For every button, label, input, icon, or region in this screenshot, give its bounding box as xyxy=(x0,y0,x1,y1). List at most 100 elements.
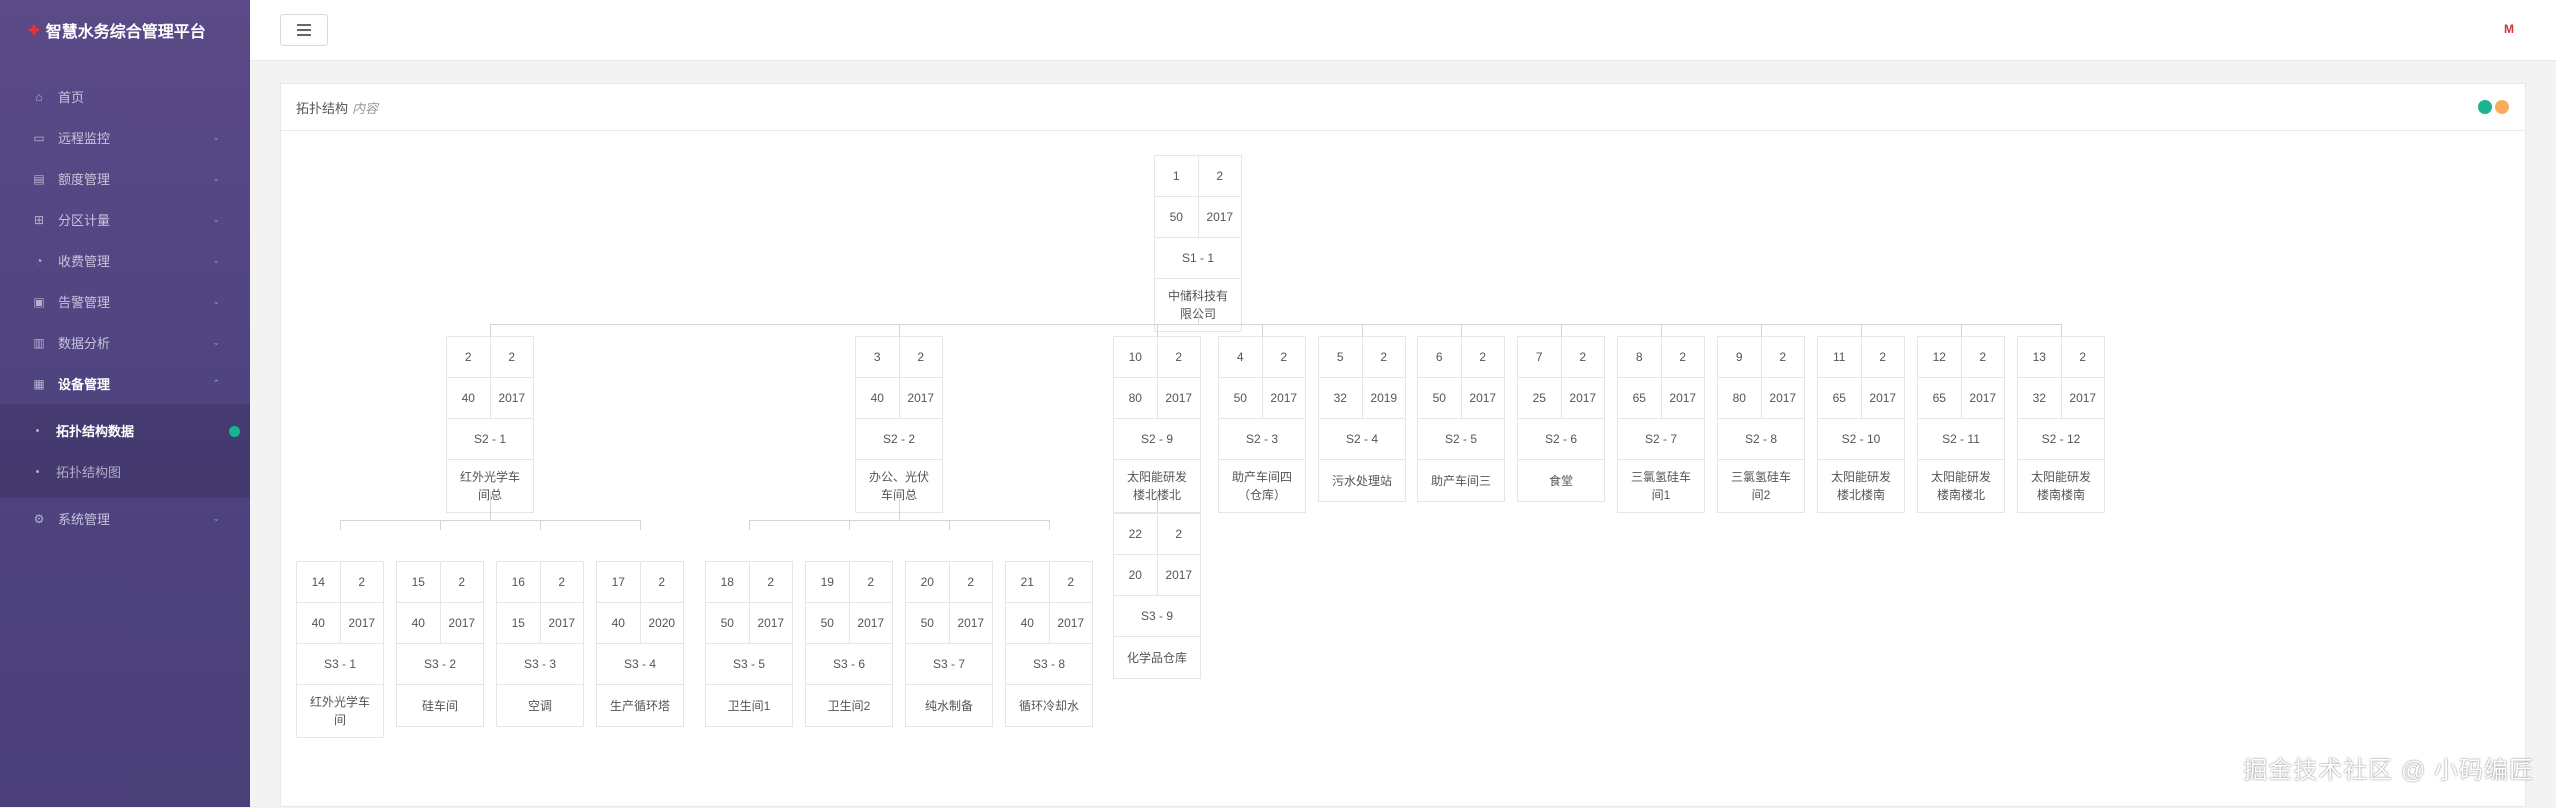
node-code: S3 - 6 xyxy=(806,644,892,684)
node-row: S2 - 1 xyxy=(447,419,533,460)
sidebar-item-home[interactable]: ⌂首页 xyxy=(0,76,250,117)
connector-line xyxy=(749,520,750,530)
sidebar-item-label: 收费管理 xyxy=(58,251,110,270)
connector-line xyxy=(1561,324,1562,336)
topology-node[interactable]: 122652017S2 - 11太阳能研发楼南楼北 xyxy=(1917,336,2005,513)
chevron-down-icon: ⌄ xyxy=(212,337,220,348)
node-row: 92 xyxy=(1718,337,1804,378)
connector-line xyxy=(1461,324,1462,336)
node-row: S3 - 8 xyxy=(1006,644,1092,685)
topology-node[interactable]: 102802017S2 - 9太阳能研发楼北楼北 xyxy=(1113,336,1201,513)
node-cell: 2017 xyxy=(1861,378,1905,418)
topology-node[interactable]: 12502017S1 - 1中储科技有限公司 xyxy=(1154,155,1242,332)
topology-node[interactable]: 212402017S3 - 8循环冷却水 xyxy=(1005,561,1093,727)
active-dot xyxy=(229,426,240,437)
node-name: 太阳能研发楼北楼南 xyxy=(1818,460,1904,512)
node-cell: 80 xyxy=(1114,378,1157,418)
topology-node[interactable]: 112652017S2 - 10太阳能研发楼北楼南 xyxy=(1817,336,1905,513)
topology-node[interactable]: 42502017S2 - 3助产车间四（仓库） xyxy=(1218,336,1306,513)
sidebar-item-label: 首页 xyxy=(58,87,84,106)
node-cell: 32 xyxy=(2018,378,2061,418)
node-cell: 20 xyxy=(1114,555,1157,595)
node-row: 402017 xyxy=(1006,603,1092,644)
node-row: 652017 xyxy=(1818,378,1904,419)
node-cell: 6 xyxy=(1418,337,1461,377)
sidebar-subitem-topology-chart[interactable]: 拓扑结构图 xyxy=(0,451,250,492)
connector-line xyxy=(2061,324,2062,336)
node-code: S3 - 7 xyxy=(906,644,992,684)
topology-node[interactable]: 202502017S3 - 7纯水制备 xyxy=(905,561,993,727)
node-row: 502017 xyxy=(1418,378,1504,419)
top-navbar: M xyxy=(250,0,2556,61)
topology-node[interactable]: 132322017S2 - 12太阳能研发楼南楼南 xyxy=(2017,336,2105,513)
node-cell: 17 xyxy=(597,562,640,602)
topology-node[interactable]: 92802017S2 - 8三氯氢硅车间2 xyxy=(1717,336,1805,513)
node-cell: 9 xyxy=(1718,337,1761,377)
close-tool-icon[interactable] xyxy=(2495,100,2509,114)
node-cell: 16 xyxy=(497,562,540,602)
sidebar-submenu-device: 拓扑结构数据 拓扑结构图 xyxy=(0,404,250,498)
node-cell: 15 xyxy=(497,603,540,643)
node-cell: 2 xyxy=(440,562,484,602)
topology-node[interactable]: 32402017S2 - 2办公、光伏车间总 xyxy=(855,336,943,513)
node-code: S2 - 11 xyxy=(1918,419,2004,459)
connector-line xyxy=(949,520,950,530)
node-cell: 2 xyxy=(1561,337,1605,377)
sidebar-item-analysis[interactable]: ▥数据分析⌄ xyxy=(0,322,250,363)
topology-node[interactable]: 62502017S2 - 5助产车间三 xyxy=(1417,336,1505,502)
sidebar-item-partition[interactable]: ⊞分区计量⌄ xyxy=(0,199,250,240)
node-row: 802017 xyxy=(1114,378,1200,419)
node-row: 72 xyxy=(1518,337,1604,378)
panel-header: 拓扑结构 内容 xyxy=(281,84,2525,131)
node-cell: 19 xyxy=(806,562,849,602)
node-cell: 50 xyxy=(1418,378,1461,418)
topology-node[interactable]: 222202017S3 - 9化学品仓库 xyxy=(1113,513,1201,679)
node-row: 22 xyxy=(447,337,533,378)
billing-icon: ◔ xyxy=(30,254,48,268)
node-row: S3 - 4 xyxy=(597,644,683,685)
topology-node[interactable]: 22402017S2 - 1红外光学车间总 xyxy=(446,336,534,513)
sidebar-item-billing[interactable]: ◔ 收费管理 ⌄ xyxy=(0,240,250,281)
chevron-down-icon: ⌄ xyxy=(212,255,220,266)
topology-node[interactable]: 192502017S3 - 6卫生间2 xyxy=(805,561,893,727)
node-cell: 2 xyxy=(540,562,584,602)
node-name: 太阳能研发楼南楼南 xyxy=(2018,460,2104,512)
sidebar-item-remote-monitor[interactable]: ▭远程监控⌄ xyxy=(0,117,250,158)
topology-node[interactable]: 142402017S3 - 1红外光学车间 xyxy=(296,561,384,738)
node-row: S3 - 5 xyxy=(706,644,792,685)
topology-node[interactable]: 72252017S2 - 6食堂 xyxy=(1517,336,1605,502)
node-row: 152 xyxy=(397,562,483,603)
node-cell: 15 xyxy=(397,562,440,602)
node-row: 502017 xyxy=(1155,197,1241,238)
node-cell: 2017 xyxy=(1561,378,1605,418)
node-cell: 2017 xyxy=(1661,378,1705,418)
sidebar-menu: ⌂首页 ▭远程监控⌄ ▤额度管理⌄ ⊞分区计量⌄ ◔ 收费管理 ⌄ ▣告警管理⌄ ▥… xyxy=(0,76,250,539)
node-cell: 2 xyxy=(1761,337,1805,377)
app-brand[interactable]: ✚ 智慧水务综合管理平台 xyxy=(0,0,250,60)
panel-tools xyxy=(2478,100,2509,114)
topology-node[interactable]: 52322019S2 - 4污水处理站 xyxy=(1318,336,1406,502)
node-row: S3 - 7 xyxy=(906,644,992,685)
node-cell: 2017 xyxy=(1198,197,1242,237)
topology-node[interactable]: 152402017S3 - 2硅车间 xyxy=(396,561,484,727)
node-row: S2 - 5 xyxy=(1418,419,1504,460)
sidebar-item-alarm[interactable]: ▣告警管理⌄ xyxy=(0,281,250,322)
node-row: 172 xyxy=(597,562,683,603)
topology-node[interactable]: 172402020S3 - 4生产循环塔 xyxy=(596,561,684,727)
node-row: S2 - 4 xyxy=(1319,419,1405,460)
node-cell: 2 xyxy=(1461,337,1505,377)
topology-node[interactable]: 162152017S3 - 3空调 xyxy=(496,561,584,727)
node-cell: 80 xyxy=(1718,378,1761,418)
connector-line xyxy=(1661,324,1662,336)
topology-node[interactable]: 182502017S3 - 5卫生间1 xyxy=(705,561,793,727)
connector-line xyxy=(340,520,341,530)
user-icon[interactable]: M xyxy=(2504,22,2514,36)
sidebar-item-system[interactable]: ⚙系统管理⌄ xyxy=(0,498,250,539)
collapse-tool-icon[interactable] xyxy=(2478,100,2492,114)
sidebar-subitem-topology-data[interactable]: 拓扑结构数据 xyxy=(0,410,250,451)
node-row: 322017 xyxy=(2018,378,2104,419)
sidebar-item-device[interactable]: ▦设备管理⌃ xyxy=(0,363,250,404)
topology-node[interactable]: 82652017S2 - 7三氯氢硅车间1 xyxy=(1617,336,1705,513)
menu-toggle-button[interactable] xyxy=(280,14,328,46)
sidebar-item-quota[interactable]: ▤额度管理⌄ xyxy=(0,158,250,199)
